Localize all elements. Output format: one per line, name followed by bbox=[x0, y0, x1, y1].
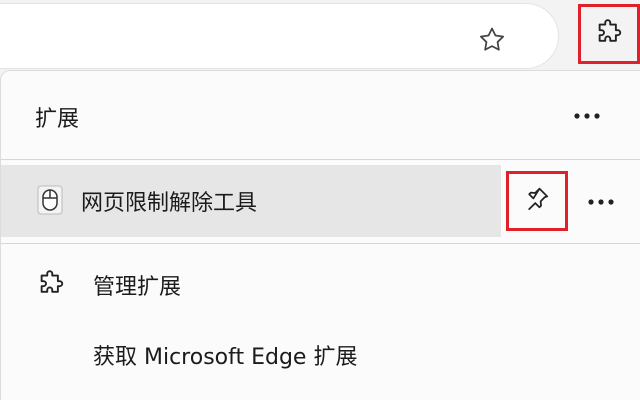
extension-item-more-button[interactable] bbox=[581, 181, 621, 221]
get-extensions-item[interactable]: 获取 Microsoft Edge 扩展 bbox=[1, 323, 640, 389]
address-bar[interactable] bbox=[0, 4, 558, 68]
more-horizontal-icon bbox=[573, 106, 601, 125]
browser-window: 扩展 网页限制解除工具 管理扩展 获取 Microsoft Edge 扩展 bbox=[0, 0, 640, 400]
extensions-menu: 扩展 网页限制解除工具 管理扩展 获取 Microsoft Edge 扩展 bbox=[0, 70, 640, 400]
divider bbox=[1, 159, 640, 160]
favorite-star-icon[interactable] bbox=[474, 22, 510, 58]
divider bbox=[1, 243, 640, 244]
menu-title: 扩展 bbox=[35, 107, 80, 132]
pin-icon bbox=[523, 185, 551, 217]
manage-extensions-item[interactable]: 管理扩展 bbox=[1, 251, 640, 317]
puzzle-piece-icon bbox=[594, 17, 624, 51]
extension-item[interactable]: 网页限制解除工具 bbox=[1, 165, 640, 237]
mouse-icon bbox=[35, 185, 65, 215]
get-extensions-label: 获取 Microsoft Edge 扩展 bbox=[93, 345, 358, 370]
menu-header: 扩展 bbox=[1, 71, 640, 157]
puzzle-piece-icon bbox=[35, 267, 67, 299]
menu-more-button[interactable] bbox=[567, 95, 607, 135]
extension-item-name: 网页限制解除工具 bbox=[81, 191, 258, 216]
extensions-toolbar-button[interactable] bbox=[578, 4, 640, 64]
more-horizontal-icon bbox=[587, 192, 615, 211]
manage-extensions-label: 管理扩展 bbox=[93, 275, 182, 300]
pin-extension-button[interactable] bbox=[506, 171, 568, 231]
